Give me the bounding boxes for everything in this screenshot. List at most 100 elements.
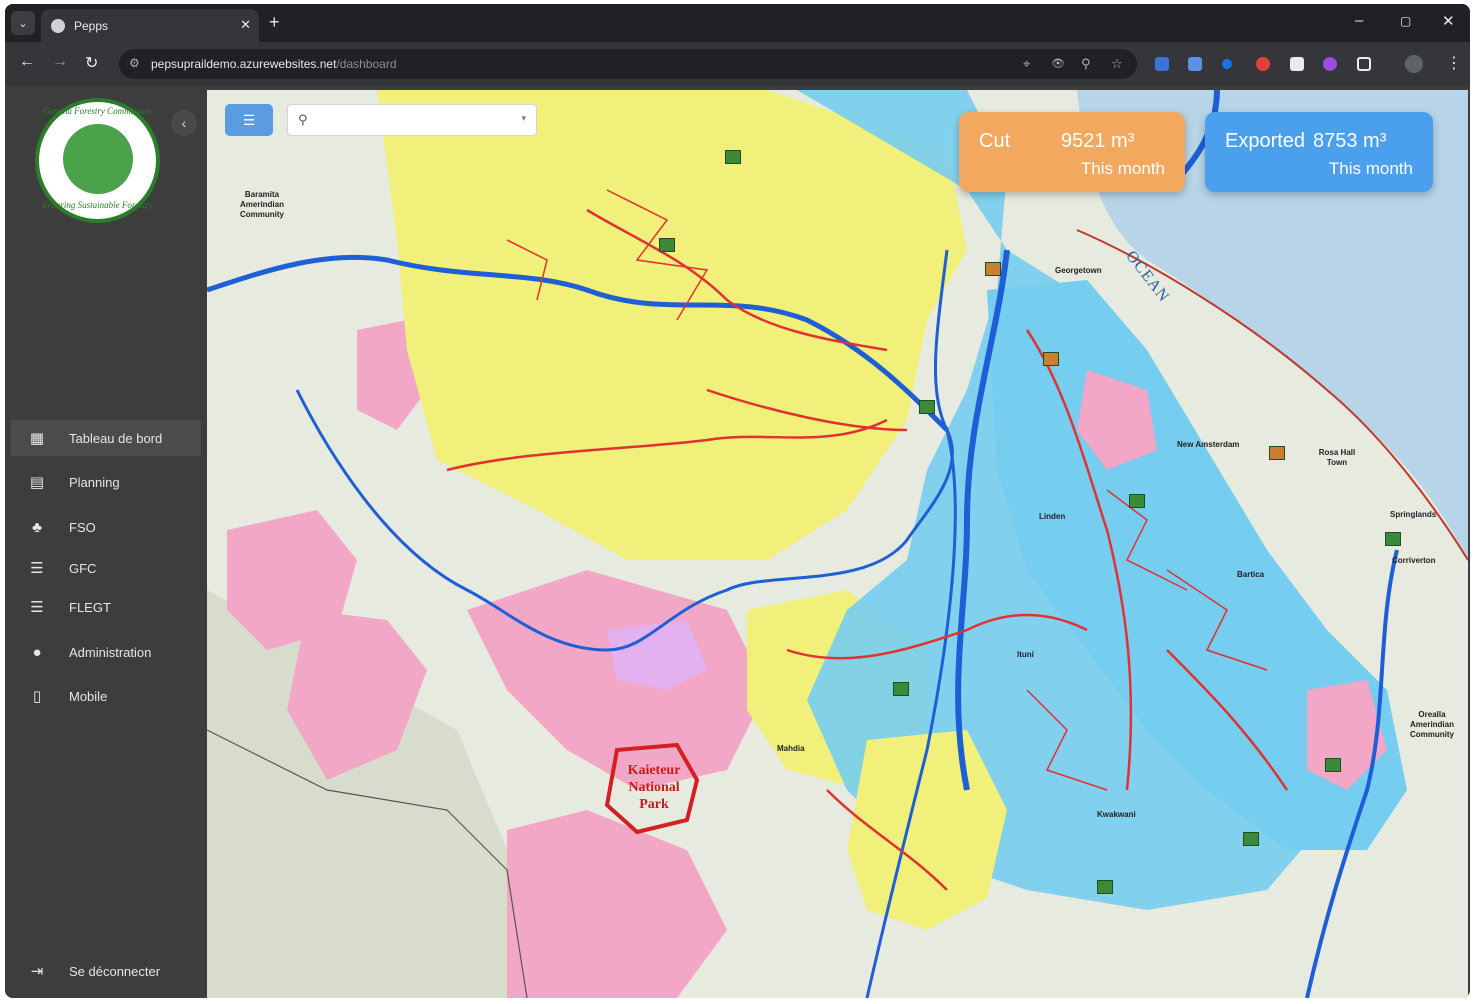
sidebar-item-label: Tableau de bord <box>69 430 163 446</box>
search-input[interactable] <box>320 111 510 131</box>
user-icon: ● <box>32 643 42 661</box>
favicon-icon <box>51 18 65 33</box>
site-pin-icon[interactable] <box>985 262 1001 276</box>
filter-button[interactable]: ☰ <box>225 104 273 136</box>
url-path: /dashboard <box>336 57 397 71</box>
map-canvas[interactable] <box>207 90 1468 998</box>
address-bar[interactable]: ⚙ pepsupraildemo.azurewebsites.net/dashb… <box>119 49 1137 79</box>
checklist-icon: ☰ <box>30 599 44 616</box>
extensions-puzzle-icon[interactable] <box>1357 57 1371 71</box>
gfc-logo: Guyana Forestry Commission Ensuring Sust… <box>35 98 160 223</box>
maximize-button[interactable]: ▢ <box>1400 14 1411 28</box>
site-pin-icon[interactable] <box>1243 832 1259 846</box>
town-label-orealla: Orealla Amerindian Community <box>1409 710 1454 739</box>
town-label-rosehall: Rosa Hall Town <box>1318 448 1356 467</box>
checklist-icon: ☰ <box>30 560 44 577</box>
cut-value: 9521 m³ <box>1061 130 1135 152</box>
sidebar-item-label: FLEGT <box>69 599 111 615</box>
minimize-button[interactable]: – <box>1355 12 1363 29</box>
site-pin-icon[interactable] <box>919 400 935 414</box>
new-tab-button[interactable]: + <box>269 12 280 33</box>
profile-avatar[interactable] <box>1405 55 1423 73</box>
dashboard-icon: ▦ <box>29 430 45 447</box>
site-pin-icon[interactable] <box>1097 880 1113 894</box>
sidebar-item-gfc[interactable]: ☰ GFC <box>11 550 201 586</box>
sidebar-item-label: FSO <box>69 519 96 535</box>
extension-red-icon[interactable] <box>1256 57 1270 71</box>
site-pin-icon[interactable] <box>1043 352 1059 366</box>
extension-screen-icon[interactable] <box>1290 57 1304 71</box>
site-info-icon[interactable]: ⚙ <box>129 56 140 70</box>
sidebar-item-fso[interactable]: ♣ FSO <box>11 509 201 545</box>
url-text[interactable]: pepsupraildemo.azurewebsites.net/dashboa… <box>151 57 397 71</box>
site-pin-icon[interactable] <box>1129 494 1145 508</box>
site-pin-icon[interactable] <box>659 238 675 252</box>
town-label-corriverton: Corriverton <box>1392 556 1436 565</box>
browser-menu-icon[interactable]: ⋮ <box>1446 53 1462 73</box>
cut-period: This month <box>1080 159 1165 178</box>
tab-strip: ⌄ Pepps ✕ + – ▢ ✕ <box>5 4 1470 42</box>
tab-search-button[interactable]: ⌄ <box>11 11 35 35</box>
logo-top-text: Guyana Forestry Commission <box>43 106 152 116</box>
reload-button[interactable]: ↻ <box>85 53 98 73</box>
sidebar-item-administration[interactable]: ● Administration <box>11 634 201 670</box>
town-label-springlands: Springlands <box>1390 510 1437 519</box>
exported-stat-card: Exported 8753 m³ This month <box>1205 112 1433 192</box>
calendar-icon: ▤ <box>29 474 45 491</box>
logout-icon: ⇥ <box>30 963 44 980</box>
exported-period: This month <box>1328 159 1413 178</box>
browser-tab[interactable]: Pepps ✕ <box>41 9 259 42</box>
logo-bottom-text: Ensuring Sustainable Forestry <box>42 200 153 210</box>
town-label-mahdia: Mahdia <box>777 744 805 753</box>
town-label-new-amsterdam: New Amsterdam <box>1177 440 1240 449</box>
tree-icon: ♣ <box>32 518 42 536</box>
town-label-baramita: Baramita Amerindian Community <box>239 190 284 219</box>
site-pin-icon[interactable] <box>1325 758 1341 772</box>
browser-window: ⌄ Pepps ✕ + – ▢ ✕ ← → ↻ ⚙ pepsupraildemo… <box>5 4 1470 998</box>
translate-icon[interactable]: 👁 <box>1051 57 1065 70</box>
map-view[interactable]: OCEAN Kaieteur National Park Georgetown … <box>207 90 1468 998</box>
collapse-sidebar-button[interactable]: ‹ <box>171 110 197 136</box>
logout-button[interactable]: ⇥ Se déconnecter <box>11 953 201 989</box>
chevron-left-icon: ‹ <box>181 115 187 131</box>
close-window-button[interactable]: ✕ <box>1442 12 1455 30</box>
concession-yellow <box>377 90 967 560</box>
sidebar-item-dashboard[interactable]: ▦ Tableau de bord <box>11 420 201 456</box>
close-tab-icon[interactable]: ✕ <box>240 17 251 33</box>
tab-title: Pepps <box>74 18 109 33</box>
forward-button[interactable]: → <box>52 53 68 71</box>
search-icon: ⚲ <box>298 112 308 127</box>
location-icon[interactable]: ⌖ <box>1023 56 1030 72</box>
logo-emblem <box>63 124 133 194</box>
chevron-down-icon[interactable]: ▾ <box>521 113 526 124</box>
sidebar-item-mobile[interactable]: ▯ Mobile <box>11 678 201 714</box>
logout-label: Se déconnecter <box>69 963 161 979</box>
sidebar-item-flegt[interactable]: ☰ FLEGT <box>11 589 201 625</box>
app-area: Guyana Forestry Commission Ensuring Sust… <box>5 86 1470 998</box>
town-label-bartica: Bartica <box>1237 570 1265 579</box>
extension-purple-icon[interactable] <box>1323 57 1337 71</box>
zoom-icon[interactable]: ⚲ <box>1081 56 1091 72</box>
address-toolbar: ← → ↻ ⚙ pepsupraildemo.azurewebsites.net… <box>5 42 1470 86</box>
sidebar-item-label: GFC <box>69 560 97 576</box>
site-pin-icon[interactable] <box>1385 532 1401 546</box>
exported-value: 8753 m³ <box>1313 130 1387 152</box>
site-pin-icon[interactable] <box>725 150 741 164</box>
town-label-ituni: Ituni <box>1017 650 1034 659</box>
extension-translate-icon[interactable] <box>1188 57 1202 71</box>
search-box[interactable]: ⚲ ▾ <box>287 104 537 136</box>
cut-label: Cut <box>979 130 1011 152</box>
site-pin-icon[interactable] <box>1269 446 1285 460</box>
sidebar-item-label: Planning <box>69 474 120 490</box>
extension-dot-icon[interactable] <box>1222 59 1232 69</box>
bookmark-star-icon[interactable]: ☆ <box>1111 56 1123 72</box>
mobile-icon: ▯ <box>32 688 42 705</box>
sidebar-item-planning[interactable]: ▤ Planning <box>11 464 201 500</box>
back-button[interactable]: ← <box>19 53 35 71</box>
extension-shield-icon[interactable] <box>1155 57 1169 71</box>
town-label-linden: Linden <box>1039 512 1066 521</box>
filter-icon: ☰ <box>242 111 256 128</box>
sidebar-item-label: Administration <box>69 644 152 660</box>
site-pin-icon[interactable] <box>893 682 909 696</box>
exported-label: Exported <box>1225 130 1306 152</box>
